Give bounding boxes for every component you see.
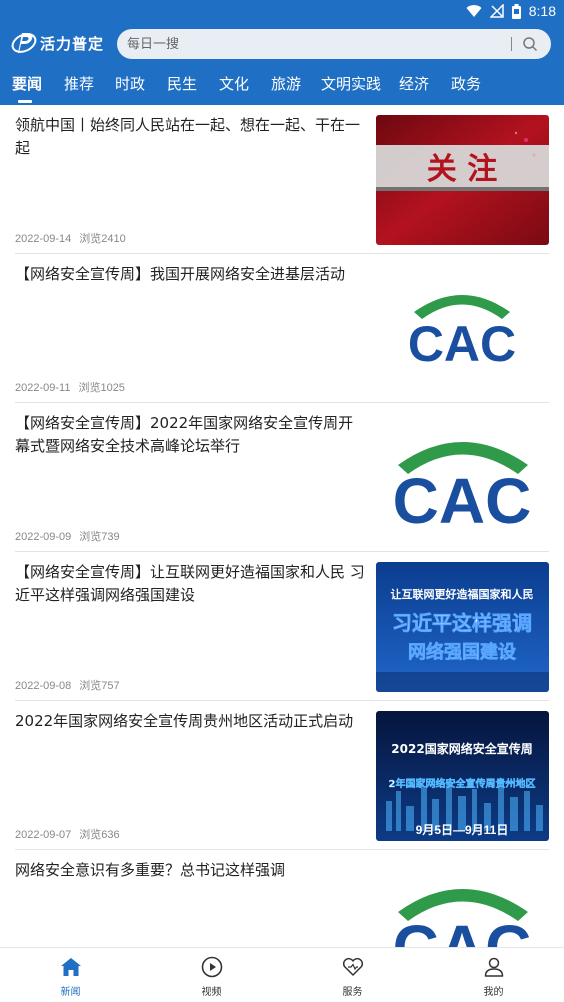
search-input[interactable] (127, 29, 507, 59)
thumb-text: CAC (408, 316, 516, 372)
news-title[interactable]: 【网络安全宣传周】我国开展网络安全进基层活动 (15, 263, 365, 286)
thumb-line: 2年国家网络安全宣传周贵州地区 (389, 777, 536, 790)
news-title[interactable]: 领航中国丨始终同人民站在一起、想在一起、干在一起 (15, 114, 365, 160)
tab-tuijian[interactable]: 推荐 (64, 68, 94, 100)
news-meta: 2022-09-11 浏览1025 (15, 379, 125, 395)
news-date: 2022-09-11 (15, 382, 71, 394)
news-date: 2022-09-08 (15, 680, 72, 692)
user-icon (484, 957, 503, 977)
thumb-text: CAC (393, 465, 532, 537)
nav-label: 我的 (483, 987, 504, 998)
news-title[interactable]: 【网络安全宣传周】2022年国家网络安全宣传周开幕式暨网络安全技术高峰论坛举行 (15, 412, 365, 458)
news-date: 2022-09-14 (15, 233, 72, 245)
no-signal-icon (489, 4, 504, 18)
tab-minsheng[interactable]: 民生 (167, 68, 197, 100)
nav-news[interactable]: 新闻 (0, 948, 141, 1002)
news-meta: 2022-09-07 浏览636 (15, 826, 120, 842)
news-meta: 2022-09-08 浏览757 (15, 677, 120, 693)
news-title[interactable]: 网络安全意识有多重要？总书记这样强调 (15, 859, 365, 882)
home-icon (60, 958, 81, 976)
tab-wenhua[interactable]: 文化 (219, 68, 249, 100)
tab-zhengwu[interactable]: 政务 (451, 68, 481, 100)
logo-mark-icon (11, 33, 37, 53)
news-thumbnail[interactable]: CAC (376, 264, 549, 394)
heart-icon (342, 957, 363, 976)
news-list: 领航中国丨始终同人民站在一起、想在一起、干在一起 2022-09-14 浏览241… (0, 105, 564, 947)
thumb-line: 习近平这样强调 (392, 611, 532, 635)
news-meta: 2022-09-09 浏览739 (15, 528, 120, 544)
news-title[interactable]: 【网络安全宣传周】让互联网更好造福国家和人民 习近平这样强调网络强国建设 (15, 561, 365, 607)
news-date: 2022-09-09 (15, 531, 72, 543)
tab-wenming-shijian[interactable]: 文明实践 (321, 68, 381, 100)
news-thumbnail[interactable]: 关 注 (376, 115, 549, 245)
app-logo[interactable]: 活力普定 (10, 29, 104, 57)
news-item[interactable]: 【网络安全宣传周】2022年国家网络安全宣传周开幕式暨网络安全技术高峰论坛举行 … (0, 403, 564, 552)
nav-label: 服务 (342, 987, 363, 998)
search-bar[interactable] (117, 29, 551, 59)
news-views: 浏览636 (79, 829, 120, 841)
category-tabs: 要闻 推荐 时政 民生 文化 旅游 文明实践 经济 政务 (0, 68, 564, 105)
news-thumbnail[interactable]: 2022国家网络安全宣传周 2年国家网络安全宣传周贵州地区 9月5日—9月11日 (376, 711, 549, 841)
play-icon (201, 956, 222, 978)
status-icons: 8:18 (466, 3, 556, 19)
news-title[interactable]: 2022年国家网络安全宣传周贵州地区活动正式启动 (15, 710, 365, 733)
nav-label: 新闻 (60, 987, 81, 998)
news-thumbnail[interactable]: 让互联网更好造福国家和人民 习近平这样强调 网络强国建设 (376, 562, 549, 692)
cac-logo-image: CAC (376, 413, 549, 543)
network-power-banner-image: 让互联网更好造福国家和人民 习近平这样强调 网络强国建设 (376, 562, 549, 692)
news-item[interactable]: 【网络安全宣传周】让互联网更好造福国家和人民 习近平这样强调网络强国建设 202… (0, 552, 564, 701)
cac-logo-image: CAC (376, 264, 549, 394)
cac-logo-image: CAC (376, 860, 549, 947)
news-item[interactable]: 领航中国丨始终同人民站在一起、想在一起、干在一起 2022-09-14 浏览241… (0, 105, 564, 254)
news-views: 浏览739 (79, 531, 120, 543)
thumb-line: 2022国家网络安全宣传周 (391, 741, 532, 756)
news-views: 浏览2410 (79, 233, 126, 245)
tab-lvyou[interactable]: 旅游 (271, 68, 301, 100)
search-icon[interactable] (522, 36, 538, 52)
tab-yaowen[interactable]: 要闻 (12, 68, 42, 100)
news-date: 2022-09-07 (15, 829, 72, 841)
news-item[interactable]: 【网络安全宣传周】我国开展网络安全进基层活动 2022-09-11 浏览1025 … (0, 254, 564, 403)
thumb-line: 9月5日—9月11日 (416, 823, 509, 837)
cyber-week-guizhou-banner-image: 2022国家网络安全宣传周 2年国家网络安全宣传周贵州地区 9月5日—9月11日 (376, 711, 549, 841)
news-thumbnail[interactable]: CAC (376, 413, 549, 543)
thumb-line: 网络强国建设 (408, 641, 516, 663)
news-thumbnail[interactable]: CAC (376, 860, 549, 947)
battery-icon (511, 3, 521, 19)
news-item[interactable]: 网络安全意识有多重要？总书记这样强调 CAC (0, 850, 564, 947)
app-name: 活力普定 (40, 34, 105, 53)
news-meta: 2022-09-14 浏览2410 (15, 230, 126, 246)
nav-services[interactable]: 服务 (282, 948, 423, 1002)
nav-profile[interactable]: 我的 (423, 948, 564, 1002)
news-views: 浏览757 (79, 680, 120, 692)
nav-label: 视频 (201, 987, 222, 998)
nav-video[interactable]: 视频 (141, 948, 282, 1002)
thumb-text: CAC (393, 912, 532, 947)
wifi-icon (466, 5, 482, 18)
news-views: 浏览1025 (78, 382, 125, 394)
thumb-text: 关 注 (427, 152, 497, 187)
top-bar: 活力普定 (0, 28, 564, 60)
bottom-navigation: 新闻 视频 服务 我的 (0, 947, 564, 1002)
tab-shizheng[interactable]: 时政 (115, 68, 145, 100)
app-header: 8:18 活力普定 要闻 推荐 时政 民生 文化 旅游 文明实践 经济 (0, 0, 564, 105)
guanzhu-banner-image: 关 注 (376, 115, 549, 245)
active-tab-indicator (18, 100, 32, 103)
search-separator (511, 37, 512, 51)
news-item[interactable]: 2022年国家网络安全宣传周贵州地区活动正式启动 2022-09-07 浏览636 (0, 701, 564, 850)
thumb-line: 让互联网更好造福国家和人民 (391, 587, 534, 601)
tab-jingji[interactable]: 经济 (399, 68, 429, 100)
status-time: 8:18 (528, 3, 556, 19)
status-bar: 8:18 (0, 0, 564, 24)
